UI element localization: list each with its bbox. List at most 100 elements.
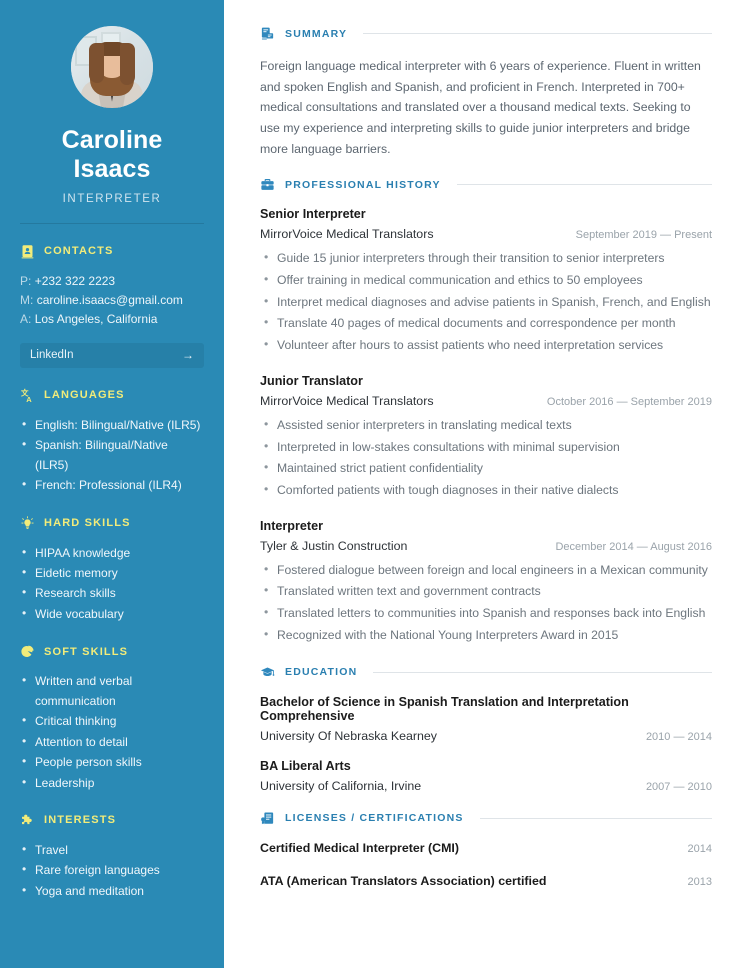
licenses-heading: LICENSES / CERTIFICATIONS xyxy=(260,811,712,826)
list-item: Attention to detail xyxy=(20,732,204,752)
education-heading: EDUCATION xyxy=(260,665,712,680)
phone-key: P: xyxy=(20,273,32,288)
summary-heading-label: SUMMARY xyxy=(285,27,348,40)
job-title-text: Junior Translator xyxy=(260,373,363,388)
section-rule xyxy=(479,817,712,819)
svg-text:A: A xyxy=(26,395,32,403)
section-licenses: LICENSES / CERTIFICATIONS Certified Medi… xyxy=(260,811,712,888)
section-summary: SUMMARY Foreign language medical interpr… xyxy=(260,26,712,159)
sidebar-section-interests: INTERESTS Travel Rare foreign languages … xyxy=(20,813,204,901)
languages-heading: 文 A LANGUAGES xyxy=(20,388,204,403)
degree-name: BA Liberal Arts xyxy=(260,758,351,773)
contact-address-line: A: Los Angeles, California xyxy=(20,310,204,329)
professional-history-heading-label: PROFESSIONAL HISTORY xyxy=(285,178,441,191)
certification-name: ATA (American Translators Association) c… xyxy=(260,873,547,888)
soft-skills-list: Written and verbal communication Critica… xyxy=(20,671,204,793)
photo-hair-left xyxy=(89,43,104,83)
org-date-row: MirrorVoice Medical Translators October … xyxy=(260,394,712,408)
list-item: Critical thinking xyxy=(20,711,204,731)
email-key: M: xyxy=(20,292,34,307)
list-item: Wide vocabulary xyxy=(20,604,204,624)
list-item: Yoga and meditation xyxy=(20,881,204,901)
list-item: Interpret medical diagnoses and advise p… xyxy=(260,291,712,314)
summary-heading: SUMMARY xyxy=(260,26,712,41)
translate-icon: 文 A xyxy=(21,388,32,403)
employer-name: MirrorVoice Medical Translators xyxy=(260,393,434,408)
employment-dates: December 2014 — August 2016 xyxy=(555,540,712,553)
contact-email-line: M: caroline.isaacs@gmail.com xyxy=(20,291,204,310)
list-item: Translate 40 pages of medical documents … xyxy=(260,312,712,335)
contact-phone-line: P: +232 322 2223 xyxy=(20,272,204,291)
employer-name: Tyler & Justin Construction xyxy=(260,538,408,553)
school-name: University of California, Irvine xyxy=(260,778,422,793)
pie-chart-icon xyxy=(21,645,34,658)
list-item: Assisted senior interpreters in translat… xyxy=(260,414,712,437)
contacts-heading-label: CONTACTS xyxy=(44,245,114,257)
interests-heading: INTERESTS xyxy=(20,813,204,828)
email-value: caroline.isaacs@gmail.com xyxy=(36,292,183,307)
document-summary-icon xyxy=(261,27,274,40)
sidebar: Caroline Isaacs INTERPRETER CONTACTS P: … xyxy=(0,0,224,968)
school-date-row: University Of Nebraska Kearney 2010 — 20… xyxy=(260,729,712,743)
hard-skills-list: HIPAA knowledge Eidetic memory Research … xyxy=(20,543,204,625)
list-item: Fostered dialogue between foreign and lo… xyxy=(260,559,712,582)
school-date-row: University of California, Irvine 2007 — … xyxy=(260,779,712,793)
contact-details: P: +232 322 2223 M: caroline.isaacs@gmai… xyxy=(20,272,204,330)
linkedin-link-button[interactable]: LinkedIn → xyxy=(20,342,204,368)
list-item: English: Bilingual/Native (ILR5) xyxy=(20,415,204,435)
experience-entry: Junior Translator MirrorVoice Medical Tr… xyxy=(260,374,712,502)
certification-year: 2013 xyxy=(687,875,712,888)
list-item: Maintained strict patient confidentialit… xyxy=(260,457,712,480)
school-name: University Of Nebraska Kearney xyxy=(260,728,437,743)
list-item: Research skills xyxy=(20,583,204,603)
job-title-text: Interpreter xyxy=(260,518,323,533)
puzzle-piece-icon xyxy=(22,814,32,825)
list-item: Offer training in medical communication … xyxy=(260,269,712,292)
licenses-heading-label: LICENSES / CERTIFICATIONS xyxy=(285,812,464,825)
list-item: Translated letters to communities into S… xyxy=(260,602,712,625)
responsibility-list: Fostered dialogue between foreign and lo… xyxy=(260,559,712,647)
main-content: SUMMARY Foreign language medical interpr… xyxy=(224,0,748,968)
section-rule xyxy=(456,184,712,186)
address-key: A: xyxy=(20,312,32,327)
hard-skills-heading: HARD SKILLS xyxy=(20,515,204,531)
languages-heading-label: LANGUAGES xyxy=(44,389,125,402)
sidebar-section-contacts: CONTACTS P: +232 322 2223 M: caroline.is… xyxy=(20,244,204,368)
list-item: Travel xyxy=(20,840,204,860)
education-dates: 2007 — 2010 xyxy=(645,780,712,793)
interests-list: Travel Rare foreign languages Yoga and m… xyxy=(20,840,204,901)
responsibility-list: Guide 15 junior interpreters through the… xyxy=(260,247,712,357)
contacts-heading: CONTACTS xyxy=(20,244,204,259)
experience-entry: Interpreter Tyler & Justin Construction … xyxy=(260,519,712,647)
job-title: INTERPRETER xyxy=(62,192,162,205)
soft-skills-heading: SOFT SKILLS xyxy=(20,644,204,659)
employment-dates: September 2019 — Present xyxy=(575,229,712,242)
list-item: Written and verbal communication xyxy=(20,671,204,711)
list-item: Eidetic memory xyxy=(20,563,204,583)
linkedin-label: LinkedIn xyxy=(30,349,74,362)
experience-entry: Senior Interpreter MirrorVoice Medical T… xyxy=(260,207,712,357)
org-date-row: MirrorVoice Medical Translators Septembe… xyxy=(260,227,712,241)
education-entry: Bachelor of Science in Spanish Translati… xyxy=(260,695,712,743)
professional-history-heading: PROFESSIONAL HISTORY xyxy=(260,177,712,192)
list-item: HIPAA knowledge xyxy=(20,543,204,563)
address-value: Los Angeles, California xyxy=(34,312,158,327)
certification-year: 2014 xyxy=(687,842,712,855)
section-professional-history: PROFESSIONAL HISTORY Senior Interpreter … xyxy=(260,177,712,646)
list-item: Volunteer after hours to assist patients… xyxy=(260,334,712,357)
list-item: Leadership xyxy=(20,772,204,793)
summary-text: Foreign language medical interpreter wit… xyxy=(260,59,701,156)
sidebar-section-hard-skills: HARD SKILLS HIPAA knowledge Eidetic memo… xyxy=(20,515,204,625)
education-heading-label: EDUCATION xyxy=(285,666,358,679)
list-item: Guide 15 junior interpreters through the… xyxy=(260,247,712,270)
list-item: Interpreted in low-stakes consultations … xyxy=(260,436,712,459)
profile-photo xyxy=(71,26,153,108)
list-item: Recognized with the National Young Inter… xyxy=(260,624,712,647)
full-name: Caroline Isaacs xyxy=(61,126,163,183)
responsibility-list: Assisted senior interpreters in translat… xyxy=(260,414,712,502)
list-item: Rare foreign languages xyxy=(20,860,204,880)
avatar xyxy=(20,26,204,108)
phone-value: +232 322 2223 xyxy=(34,273,116,288)
education-dates: 2010 — 2014 xyxy=(645,730,712,743)
education-entry: BA Liberal Arts University of California… xyxy=(260,759,712,793)
